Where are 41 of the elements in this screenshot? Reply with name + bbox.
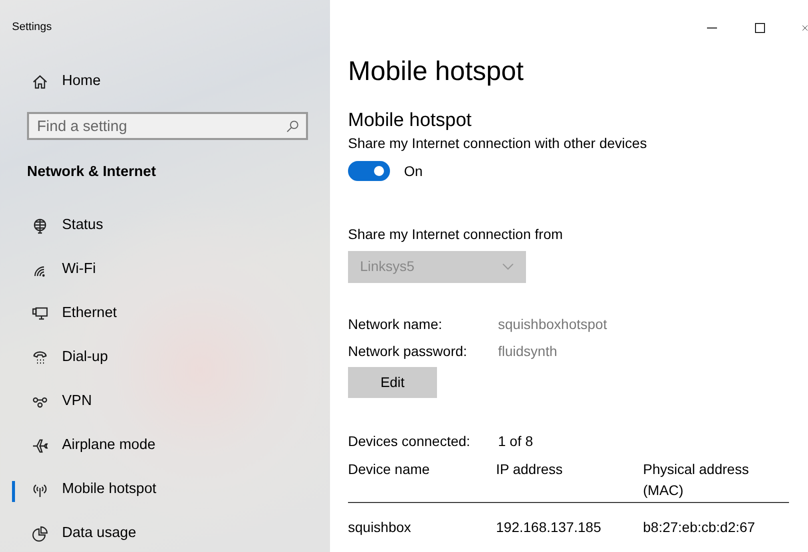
home-link[interactable]: Home xyxy=(12,60,308,104)
page-title: Mobile hotspot xyxy=(348,55,525,88)
table-cell-text: b8:27:eb:cb:d2:67 xyxy=(643,518,756,537)
section-heading: Mobile hotspot xyxy=(348,110,473,133)
edit-button[interactable]: Edit xyxy=(348,366,437,398)
sidebar-item[interactable]: Ethernet xyxy=(12,292,308,336)
hotspot-icon xyxy=(32,482,48,498)
toggle-switch[interactable] xyxy=(348,161,390,182)
field-value: 1 of 8 xyxy=(498,432,534,451)
chevron-down-icon xyxy=(502,263,514,270)
sidebar-item[interactable]: Dial-up xyxy=(12,336,308,380)
field-label: Share my Internet connection from xyxy=(348,224,564,244)
column-header: Device name xyxy=(348,460,431,479)
maximize-icon[interactable] xyxy=(754,22,766,34)
column-header: Physical address (MAC) xyxy=(643,460,750,500)
sidebar-item[interactable]: Data usage xyxy=(12,512,308,552)
window-title: Settings xyxy=(12,20,53,35)
sidebar-item[interactable]: VPN xyxy=(12,380,308,424)
globe-icon xyxy=(32,218,48,234)
airplane-icon xyxy=(32,438,48,454)
search-field[interactable]: Find a setting xyxy=(27,112,308,140)
toggle-label: On xyxy=(404,162,423,181)
sidebar-item[interactable]: Airplane mode xyxy=(12,424,308,468)
field-label: Network name: xyxy=(348,314,444,334)
pie-chart-icon xyxy=(32,526,48,542)
sidebar-item[interactable]: Mobile hotspot xyxy=(12,468,308,512)
table-cell-text: 192.168.137.185 xyxy=(496,518,602,537)
field-label: Devices connected: xyxy=(348,432,472,451)
field-value: squishboxhotspot xyxy=(498,314,607,334)
section-heading: Network & Internet xyxy=(26,163,157,182)
sidebar-item[interactable]: Wi-Fi xyxy=(12,248,308,292)
phone-icon xyxy=(32,350,48,366)
home-icon xyxy=(32,74,48,90)
column-header: IP address xyxy=(496,460,564,479)
field-label: Network password: xyxy=(348,342,468,361)
search-icon xyxy=(286,120,299,133)
description-text: Share my Internet connection with other devices xyxy=(348,134,648,153)
sidebar-item[interactable]: Status xyxy=(12,204,308,248)
table-cell-text: squishbox xyxy=(348,518,412,537)
field-value: fluidsynth xyxy=(498,342,558,361)
monitor-icon xyxy=(32,306,48,322)
